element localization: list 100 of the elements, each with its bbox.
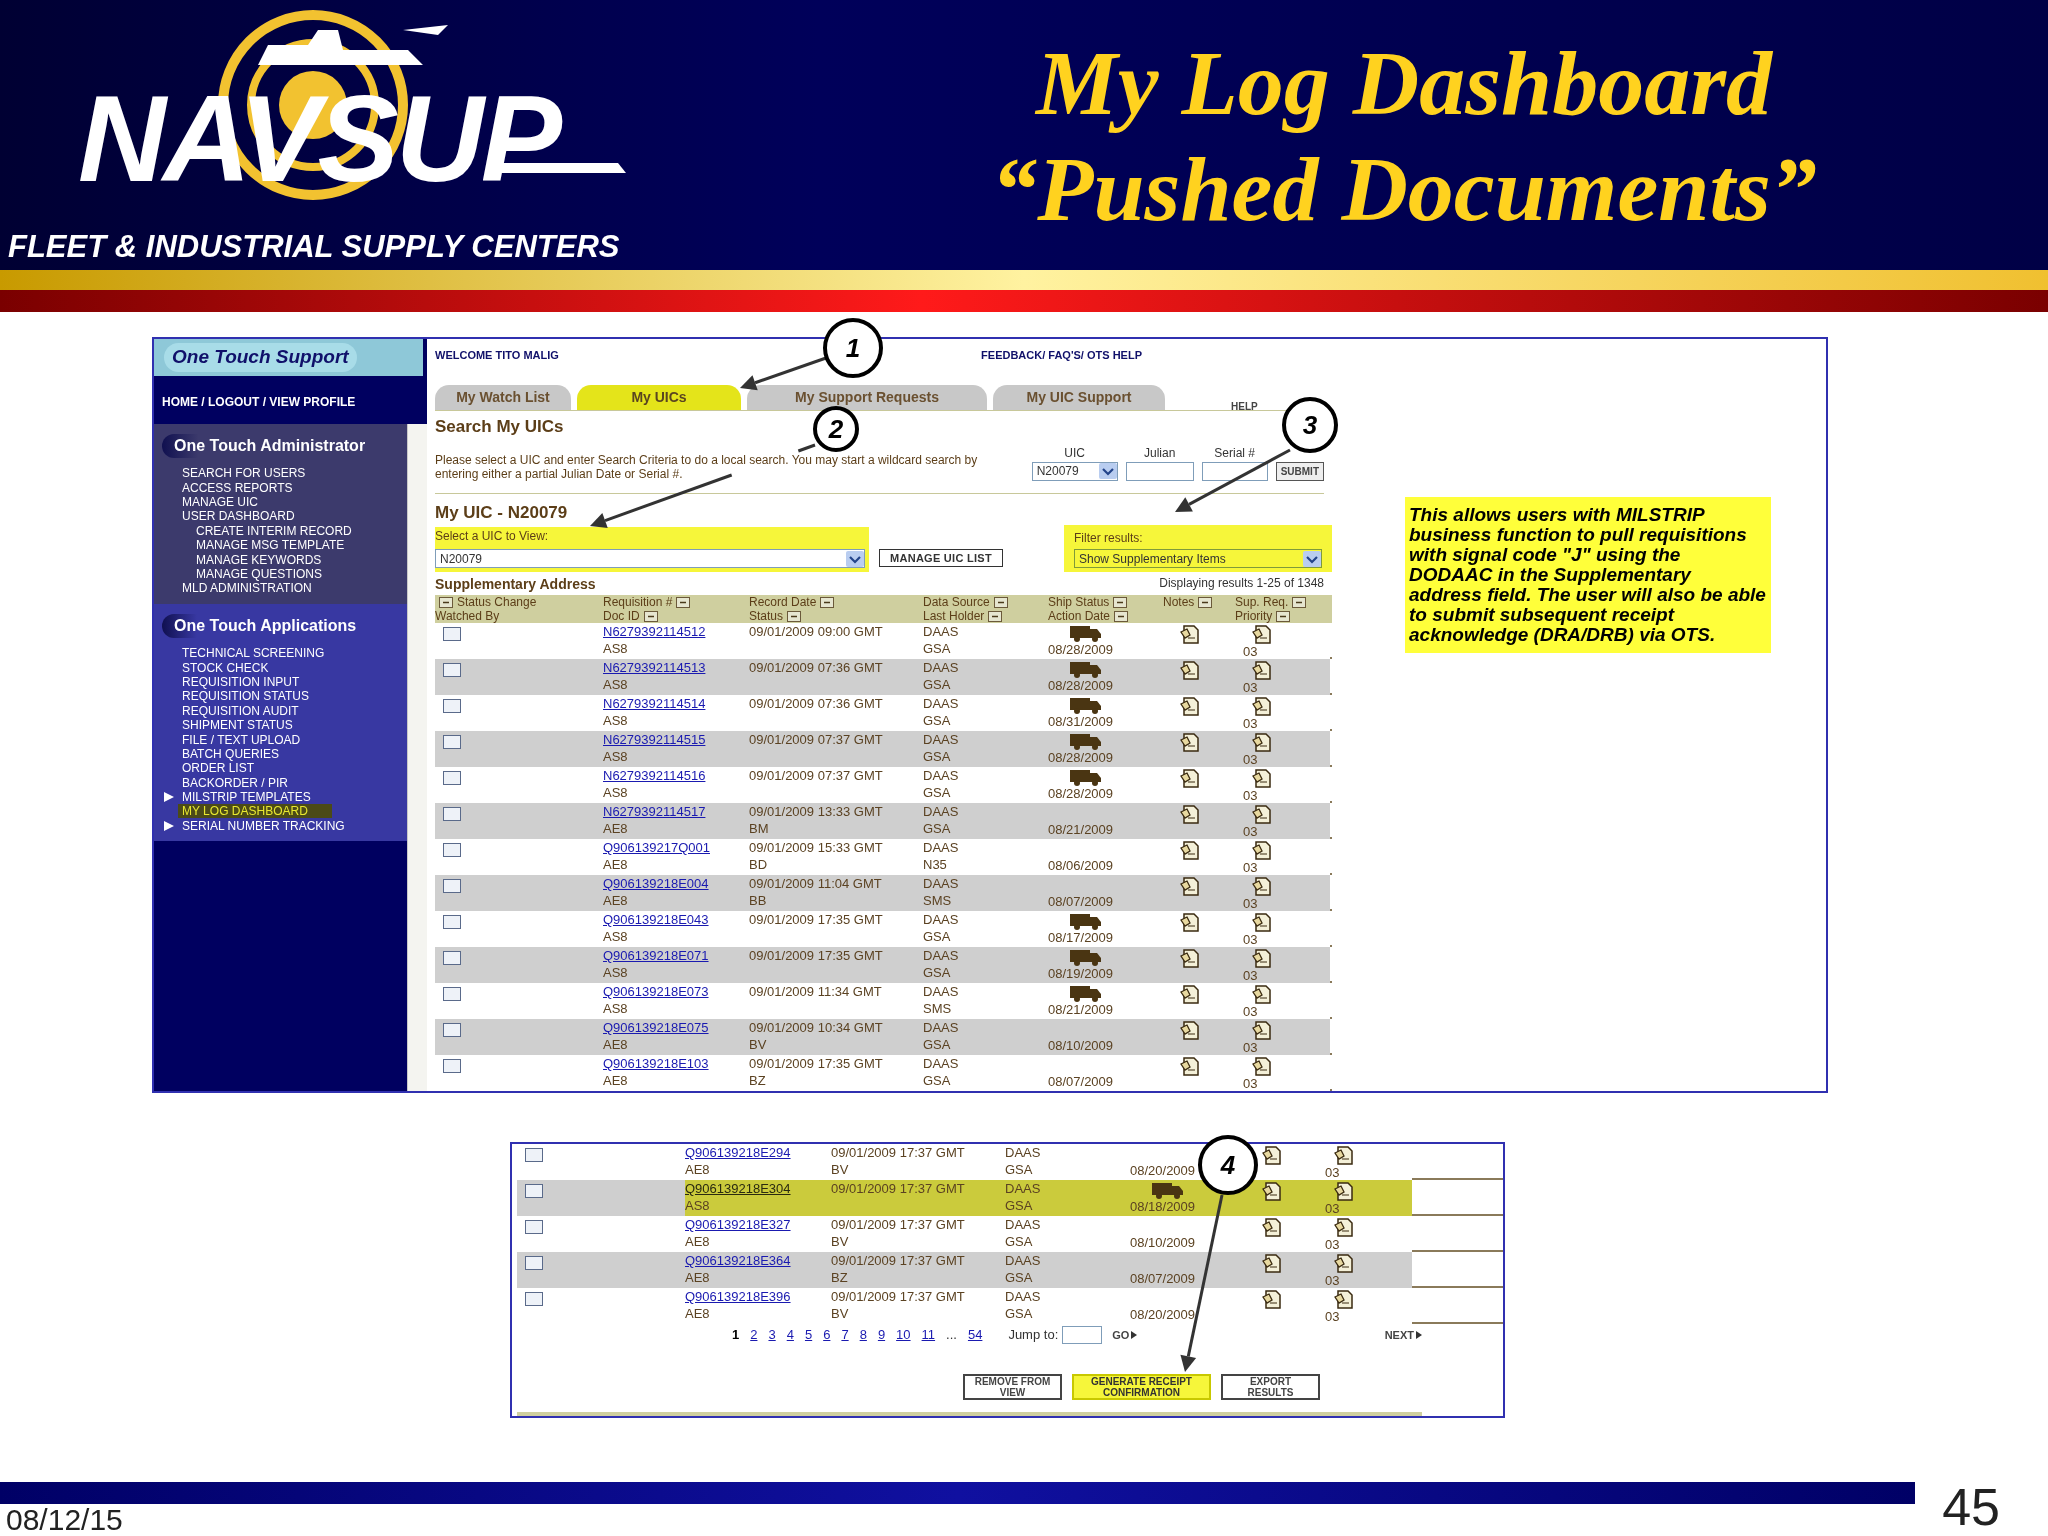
serial-field[interactable] bbox=[1201, 461, 1268, 481]
page-link[interactable]: 1 bbox=[732, 1325, 740, 1345]
checkbox[interactable] bbox=[525, 1292, 543, 1306]
action-button[interactable]: GENERATE RECEIPT CONFIRMATION bbox=[1072, 1373, 1211, 1400]
note-icon[interactable] bbox=[1179, 659, 1201, 681]
note-icon[interactable] bbox=[1179, 767, 1201, 789]
collapse-icon[interactable] bbox=[1113, 596, 1128, 608]
page-link[interactable]: 2 bbox=[750, 1325, 758, 1345]
page-link[interactable]: 9 bbox=[877, 1325, 886, 1345]
sidebar-item[interactable]: CREATE INTERIM RECORD bbox=[196, 523, 352, 538]
note-icon[interactable] bbox=[1251, 623, 1273, 645]
note-icon[interactable] bbox=[1251, 731, 1273, 753]
note-icon[interactable] bbox=[1251, 767, 1273, 789]
requisition-link[interactable]: N6279392114517 bbox=[603, 803, 749, 820]
page-link[interactable]: 11 bbox=[921, 1325, 936, 1345]
note-icon[interactable] bbox=[1261, 1252, 1283, 1274]
note-icon[interactable] bbox=[1179, 1019, 1201, 1041]
note-icon[interactable] bbox=[1179, 731, 1201, 753]
requisition-link[interactable]: Q906139218E071 bbox=[603, 947, 749, 964]
checkbox[interactable] bbox=[443, 807, 461, 821]
action-button[interactable]: REMOVE FROM VIEW bbox=[963, 1373, 1062, 1400]
collapse-icon[interactable] bbox=[439, 596, 453, 608]
note-icon[interactable] bbox=[1333, 1180, 1355, 1202]
note-icon[interactable] bbox=[1251, 659, 1273, 681]
note-icon[interactable] bbox=[1179, 947, 1201, 969]
tab[interactable]: My Watch List bbox=[435, 384, 571, 410]
checkbox[interactable] bbox=[443, 663, 461, 677]
next-button[interactable]: NEXT bbox=[1384, 1326, 1422, 1344]
note-icon[interactable] bbox=[1251, 911, 1273, 933]
checkbox[interactable] bbox=[525, 1148, 543, 1162]
collapse-icon[interactable] bbox=[1198, 596, 1213, 608]
checkbox[interactable] bbox=[443, 987, 461, 1001]
note-icon[interactable] bbox=[1261, 1216, 1283, 1238]
sidebar-item[interactable]: FILE / TEXT UPLOAD bbox=[182, 732, 301, 747]
page-link[interactable]: 8 bbox=[859, 1325, 867, 1345]
tab[interactable]: My UICs bbox=[577, 384, 741, 410]
sidebar-item[interactable]: BATCH QUERIES bbox=[182, 746, 280, 761]
page-link[interactable]: 3 bbox=[768, 1325, 776, 1345]
requisition-link[interactable]: Q906139218E004 bbox=[603, 875, 749, 892]
note-icon[interactable] bbox=[1333, 1252, 1355, 1274]
collapse-icon[interactable] bbox=[1292, 596, 1307, 608]
collapse-icon[interactable] bbox=[676, 596, 691, 608]
sidebar-item[interactable]: REQUISITION AUDIT bbox=[182, 703, 299, 718]
page-link[interactable]: 10 bbox=[896, 1325, 911, 1345]
note-icon[interactable] bbox=[1179, 983, 1201, 1005]
collapse-icon[interactable] bbox=[643, 610, 658, 622]
filter-select[interactable]: Show Supplementary Items bbox=[1074, 549, 1322, 568]
requisition-link[interactable]: Q906139218E396 bbox=[685, 1288, 831, 1305]
note-icon[interactable] bbox=[1333, 1216, 1355, 1238]
sidebar-item[interactable]: MLD ADMINISTRATION bbox=[182, 581, 312, 596]
requisition-link[interactable]: Q906139218E304 bbox=[685, 1180, 831, 1197]
sidebar-item[interactable]: MILSTRIP TEMPLATES bbox=[182, 790, 311, 805]
sidebar-item[interactable]: MY LOG DASHBOARD bbox=[178, 804, 332, 819]
uic-select[interactable]: N20079 bbox=[435, 549, 865, 568]
requisition-link[interactable]: Q906139218E327 bbox=[685, 1216, 831, 1233]
note-icon[interactable] bbox=[1251, 1019, 1273, 1041]
note-icon[interactable] bbox=[1179, 803, 1201, 825]
requisition-link[interactable]: Q906139218E073 bbox=[603, 983, 749, 1000]
page-link[interactable]: 54 bbox=[967, 1325, 983, 1345]
checkbox[interactable] bbox=[443, 915, 461, 929]
sidebar-item[interactable]: REQUISITION STATUS bbox=[182, 689, 309, 704]
page-link[interactable]: 5 bbox=[804, 1325, 813, 1345]
manage-uic-button[interactable]: MANAGE UIC LIST bbox=[879, 549, 1003, 567]
note-icon[interactable] bbox=[1251, 839, 1273, 861]
note-icon[interactable] bbox=[1251, 1055, 1273, 1077]
sidebar-item[interactable]: SHIPMENT STATUS bbox=[182, 718, 293, 733]
checkbox[interactable] bbox=[525, 1256, 543, 1270]
sidebar-item[interactable]: MANAGE QUESTIONS bbox=[196, 566, 323, 581]
uic-select[interactable]: N20079 bbox=[1031, 461, 1118, 481]
requisition-link[interactable]: Q906139218E103 bbox=[603, 1055, 749, 1072]
collapse-icon[interactable] bbox=[1276, 610, 1291, 622]
sidebar-item[interactable]: ORDER LIST bbox=[182, 761, 254, 776]
requisition-link[interactable]: N6279392114513 bbox=[603, 659, 749, 676]
sidebar-item[interactable]: ACCESS REPORTS bbox=[182, 480, 293, 495]
note-icon[interactable] bbox=[1251, 983, 1273, 1005]
requisition-link[interactable]: N6279392114515 bbox=[603, 731, 749, 748]
checkbox[interactable] bbox=[443, 627, 461, 641]
checkbox[interactable] bbox=[525, 1220, 543, 1234]
tab[interactable]: My Support Requests bbox=[747, 384, 987, 410]
sidebar-item[interactable]: MANAGE UIC bbox=[182, 494, 258, 509]
sidebar-item[interactable]: BACKORDER / PIR bbox=[182, 775, 289, 790]
sidebar-item[interactable]: SEARCH FOR USERS bbox=[182, 466, 306, 481]
requisition-link[interactable]: N6279392114514 bbox=[603, 695, 749, 712]
note-icon[interactable] bbox=[1251, 803, 1273, 825]
requisition-link[interactable]: N6279392114516 bbox=[603, 767, 749, 784]
requisition-link[interactable]: N6279392114512 bbox=[603, 623, 749, 640]
checkbox[interactable] bbox=[443, 771, 461, 785]
page-link[interactable]: 6 bbox=[823, 1325, 831, 1345]
note-icon[interactable] bbox=[1251, 695, 1273, 717]
note-icon[interactable] bbox=[1261, 1144, 1283, 1166]
collapse-icon[interactable] bbox=[787, 610, 802, 622]
note-icon[interactable] bbox=[1179, 623, 1201, 645]
checkbox[interactable] bbox=[525, 1184, 543, 1198]
checkbox[interactable] bbox=[443, 735, 461, 749]
checkbox[interactable] bbox=[443, 1023, 461, 1037]
note-icon[interactable] bbox=[1333, 1288, 1355, 1310]
collapse-icon[interactable] bbox=[993, 596, 1008, 608]
requisition-link[interactable]: Q906139218E043 bbox=[603, 911, 749, 928]
sidebar-item[interactable]: USER DASHBOARD bbox=[182, 509, 295, 524]
go-button[interactable]: GO bbox=[1112, 1326, 1138, 1344]
